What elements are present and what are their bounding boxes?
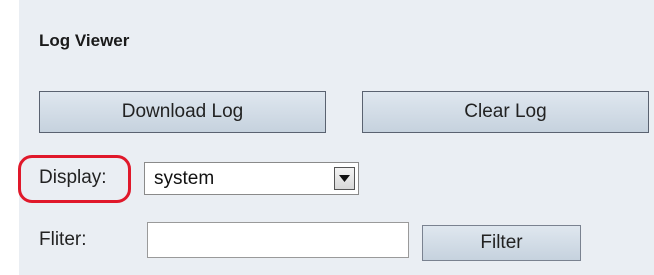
download-log-button[interactable]: Download Log xyxy=(39,91,326,133)
display-select-value: system xyxy=(154,168,215,189)
filter-button[interactable]: Filter xyxy=(422,225,581,261)
clear-log-button[interactable]: Clear Log xyxy=(362,91,649,133)
chevron-down-icon[interactable] xyxy=(334,167,355,190)
filter-input[interactable] xyxy=(147,222,409,258)
display-select[interactable]: system xyxy=(144,162,359,195)
filter-label: Fliter: xyxy=(39,229,87,250)
display-label: Display: xyxy=(39,167,107,188)
page-title: Log Viewer xyxy=(39,31,130,50)
